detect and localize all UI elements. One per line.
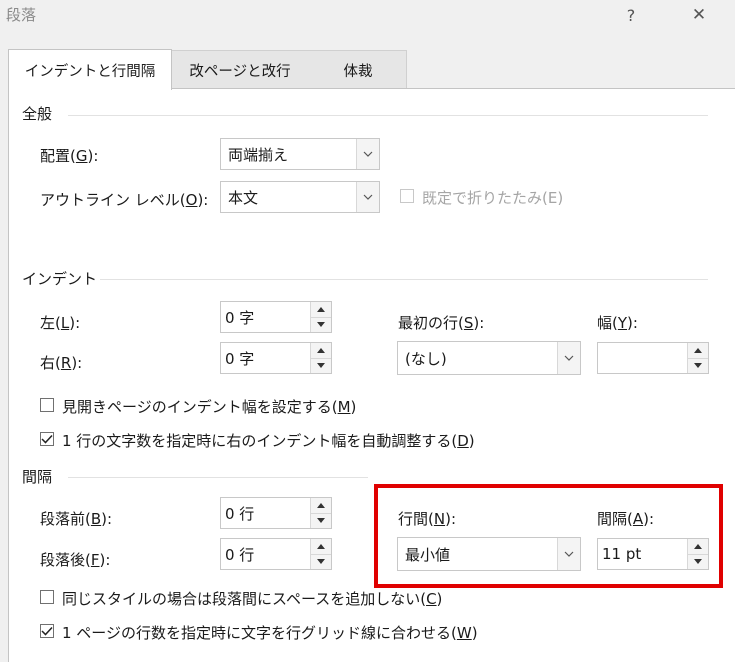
spacing-after-label: 段落後(F): — [40, 551, 111, 569]
alignment-value: 両端揃え — [228, 145, 289, 164]
spin-down-icon[interactable] — [311, 317, 331, 332]
first-line-label: 最初の行(S): — [398, 314, 485, 332]
first-line-value: (なし) — [405, 349, 447, 368]
outline-level-value: 本文 — [228, 188, 259, 207]
first-line-select[interactable]: (なし) — [397, 341, 581, 375]
indent-by-value — [598, 343, 687, 373]
spin-down-icon[interactable] — [311, 513, 331, 528]
indent-divider — [100, 279, 708, 280]
alignment-label: 配置(G): — [40, 147, 99, 165]
spin-up-icon[interactable] — [311, 498, 331, 514]
tab-label: インデントと行間隔 — [24, 63, 156, 80]
chevron-down-icon — [356, 139, 379, 169]
general-heading: 全般 — [22, 105, 53, 123]
close-button[interactable]: ✕ — [682, 2, 716, 28]
indent-left-spinner[interactable]: 0 字 — [220, 301, 332, 333]
snap-to-grid-checkbox[interactable] — [40, 624, 54, 638]
tab-line-page-breaks[interactable]: 改ページと改行 — [170, 50, 311, 89]
collapse-default-label: 既定で折りたたみ(E) — [422, 189, 564, 207]
checkmark-icon — [41, 434, 53, 444]
spin-up-icon[interactable] — [311, 302, 331, 318]
auto-adjust-indent-label: 1 行の文字数を指定時に右のインデント幅を自動調整する(D) — [62, 432, 475, 450]
outline-level-label: アウトライン レベル(O): — [40, 191, 209, 209]
help-button[interactable]: ? — [614, 2, 648, 28]
indent-right-value: 0 字 — [225, 349, 255, 368]
no-space-same-style-label: 同じスタイルの場合は段落間にスペースを追加しない(C) — [62, 590, 443, 608]
tab-label: 改ページと改行 — [189, 63, 291, 80]
tab-indents-spacing[interactable]: インデントと行間隔 — [8, 49, 172, 90]
spacing-divider — [68, 477, 368, 478]
indent-right-label: 右(R): — [40, 354, 83, 372]
alignment-select[interactable]: 両端揃え — [220, 138, 380, 170]
collapse-default-checkbox[interactable] — [400, 189, 414, 203]
mirror-indents-checkbox[interactable] — [40, 398, 54, 412]
help-icon: ? — [626, 5, 636, 25]
spin-up-icon[interactable] — [311, 343, 331, 359]
highlight-box — [374, 484, 723, 588]
spin-up-icon[interactable] — [688, 343, 708, 359]
chevron-down-icon — [557, 342, 580, 374]
dialog-title: 段落 — [6, 6, 37, 24]
auto-adjust-indent-checkbox[interactable] — [40, 432, 54, 446]
no-space-same-style-checkbox[interactable] — [40, 590, 54, 604]
spin-down-icon[interactable] — [688, 358, 708, 373]
outline-level-select[interactable]: 本文 — [220, 181, 380, 213]
spacing-before-label: 段落前(B): — [40, 510, 113, 528]
tab-asian-typography[interactable]: 体裁 — [310, 50, 407, 89]
indent-by-label: 幅(Y): — [597, 314, 638, 332]
spacing-after-value: 0 行 — [225, 545, 255, 564]
mirror-indents-label: 見開きページのインデント幅を設定する(M) — [62, 398, 357, 416]
indent-right-spinner[interactable]: 0 字 — [220, 342, 332, 374]
indent-left-label: 左(L): — [40, 314, 81, 332]
indent-left-value: 0 字 — [225, 308, 255, 327]
checkmark-icon — [41, 626, 53, 636]
indent-by-spinner[interactable] — [597, 342, 709, 374]
snap-to-grid-label: 1 ページの行数を指定時に文字を行グリッド線に合わせる(W) — [62, 624, 478, 642]
tab-label: 体裁 — [343, 63, 373, 80]
spin-up-icon[interactable] — [311, 539, 331, 555]
spin-down-icon[interactable] — [311, 358, 331, 373]
spacing-after-spinner[interactable]: 0 行 — [220, 538, 332, 570]
indent-heading: インデント — [22, 270, 98, 288]
spacing-before-value: 0 行 — [225, 504, 255, 523]
spin-down-icon[interactable] — [311, 554, 331, 569]
spacing-heading: 間隔 — [22, 468, 53, 486]
chevron-down-icon — [356, 182, 379, 212]
close-icon: ✕ — [691, 5, 707, 25]
spacing-before-spinner[interactable]: 0 行 — [220, 497, 332, 529]
general-divider — [68, 115, 708, 116]
